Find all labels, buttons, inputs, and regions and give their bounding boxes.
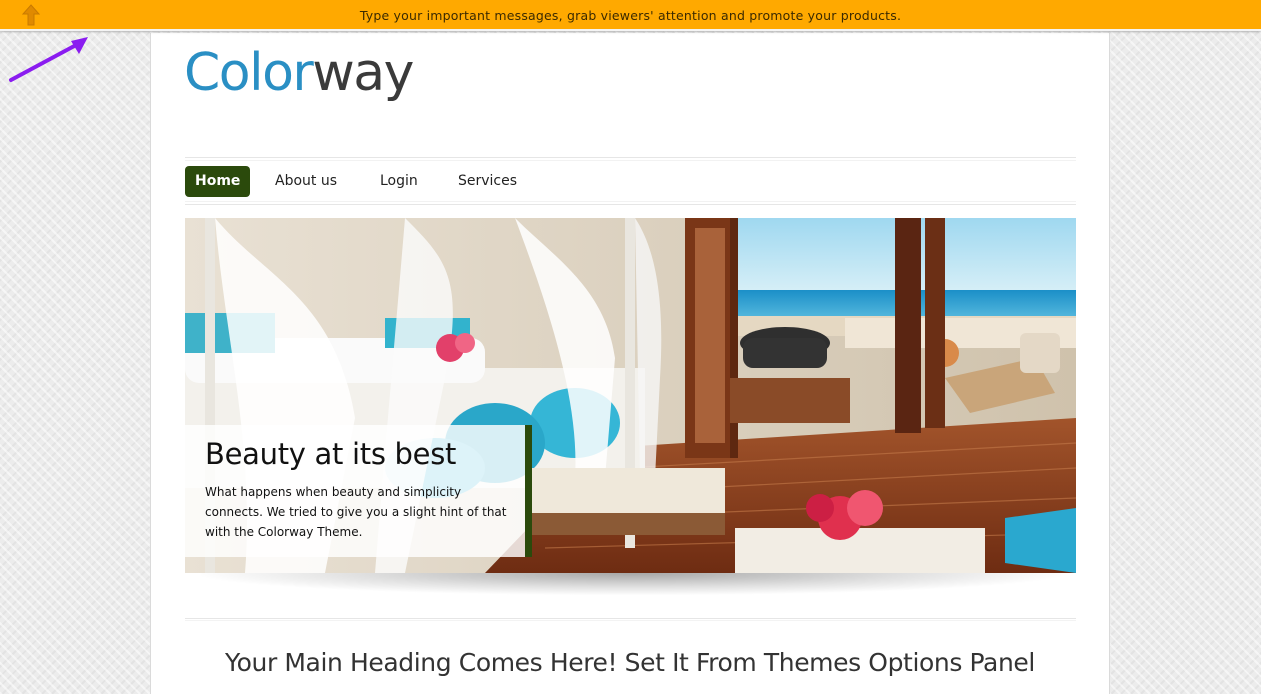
content-divider-shadow <box>185 620 1076 621</box>
slider-caption-title: Beauty at its best <box>205 437 457 471</box>
slider-caption: Beauty at its best What happens when bea… <box>185 425 532 557</box>
notification-message: Type your important messages, grab viewe… <box>359 8 902 23</box>
slider-shadow <box>201 573 1061 595</box>
logo-part-color: Color <box>184 43 314 103</box>
slider-caption-text: What happens when beauty and simplicity … <box>205 485 507 539</box>
nav-item-login[interactable]: Login <box>380 166 418 197</box>
nav-item-services[interactable]: Services <box>458 166 517 197</box>
logo-part-way: way <box>312 43 414 103</box>
site-logo[interactable]: Colorway <box>184 37 414 109</box>
main-heading: Your Main Heading Comes Here! Set It Fro… <box>225 648 1035 677</box>
content-divider <box>185 618 1076 619</box>
image-slider[interactable]: Beauty at its best What happens when bea… <box>185 218 1076 573</box>
pointer-arrow-icon <box>9 37 88 82</box>
notification-bar: Type your important messages, grab viewe… <box>0 0 1261 31</box>
nav-item-home[interactable]: Home <box>185 166 251 197</box>
nav-item-about-us[interactable]: About us <box>275 166 337 197</box>
main-navigation: Home About us Login Services <box>185 157 1076 205</box>
page-container: Colorway Home About us Login Services Be… <box>150 33 1110 694</box>
